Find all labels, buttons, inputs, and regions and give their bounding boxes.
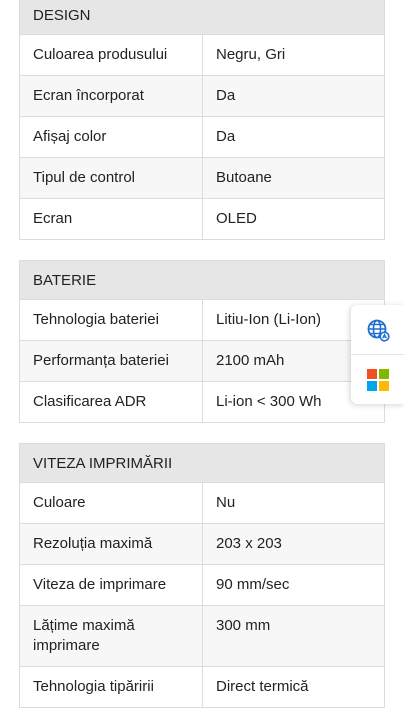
table-row: Afișaj color Da: [19, 117, 385, 158]
spec-label: Ecran: [20, 199, 203, 239]
table-row: Performanța bateriei 2100 mAh: [19, 341, 385, 382]
spec-label: Culoare: [20, 483, 203, 523]
table-row: Viteza de imprimare 90 mm/sec: [19, 565, 385, 606]
table-row: Tehnologia bateriei Litiu-Ion (Li-Ion): [19, 300, 385, 341]
spec-value: 90 mm/sec: [216, 576, 290, 593]
table-row: Rezoluția maximă 203 x 203: [19, 524, 385, 565]
table-row: Lățime maximă imprimare 300 mm: [19, 606, 385, 667]
table-row: Culoare Nu: [19, 483, 385, 524]
table-row: Clasificarea ADR Li-ion < 300 Wh: [19, 382, 385, 423]
spec-section-viteza-imprimarii: VITEZA IMPRIMĂRII Culoare Nu Rezoluția m…: [19, 443, 385, 708]
translate-globe-icon: [367, 319, 390, 342]
spec-section-baterie: BATERIE Tehnologia bateriei Litiu-Ion (L…: [19, 260, 385, 423]
floating-side-toolbar: [351, 305, 404, 404]
spec-label: Ecran încorporat: [20, 76, 203, 116]
spec-value: Direct termică: [216, 678, 309, 695]
spec-value: Nu: [216, 494, 236, 511]
spec-value: Da: [216, 128, 236, 145]
spec-tables: DESIGN Culoarea produsului Negru, Gri Ec…: [19, 0, 385, 728]
microsoft-button[interactable]: [351, 354, 404, 404]
spec-label: Culoarea produsului: [20, 35, 203, 75]
spec-label: Performanța bateriei: [20, 341, 203, 381]
table-row: Culoarea produsului Negru, Gri: [19, 35, 385, 76]
section-header: DESIGN: [19, 0, 385, 35]
spec-label: Tehnologia tipăririi: [20, 667, 203, 707]
section-header: VITEZA IMPRIMĂRII: [19, 443, 385, 483]
spec-value: OLED: [216, 210, 257, 227]
table-row: Ecran OLED: [19, 199, 385, 240]
spec-value: Negru, Gri: [216, 46, 286, 63]
spec-label: Viteza de imprimare: [20, 565, 203, 605]
table-row: Ecran încorporat Da: [19, 76, 385, 117]
spec-label: Tehnologia bateriei: [20, 300, 203, 340]
spec-label: Lățime maximă imprimare: [20, 606, 203, 666]
microsoft-logo-icon: [366, 368, 389, 391]
table-row: Tipul de control Butoane: [19, 158, 385, 199]
table-row: Tehnologia tipăririi Direct termică: [19, 667, 385, 708]
spec-label: Clasificarea ADR: [20, 382, 203, 422]
section-header: BATERIE: [19, 260, 385, 300]
spec-label: Rezoluția maximă: [20, 524, 203, 564]
spec-value: Da: [216, 87, 236, 104]
spec-label: Tipul de control: [20, 158, 203, 198]
spec-value: 300 mm: [216, 617, 271, 634]
spec-value: 203 x 203: [216, 535, 282, 552]
spec-label: Afișaj color: [20, 117, 203, 157]
spec-section-design: DESIGN Culoarea produsului Negru, Gri Ec…: [19, 0, 385, 240]
translate-button[interactable]: [351, 305, 404, 354]
spec-value: Butoane: [216, 169, 272, 186]
